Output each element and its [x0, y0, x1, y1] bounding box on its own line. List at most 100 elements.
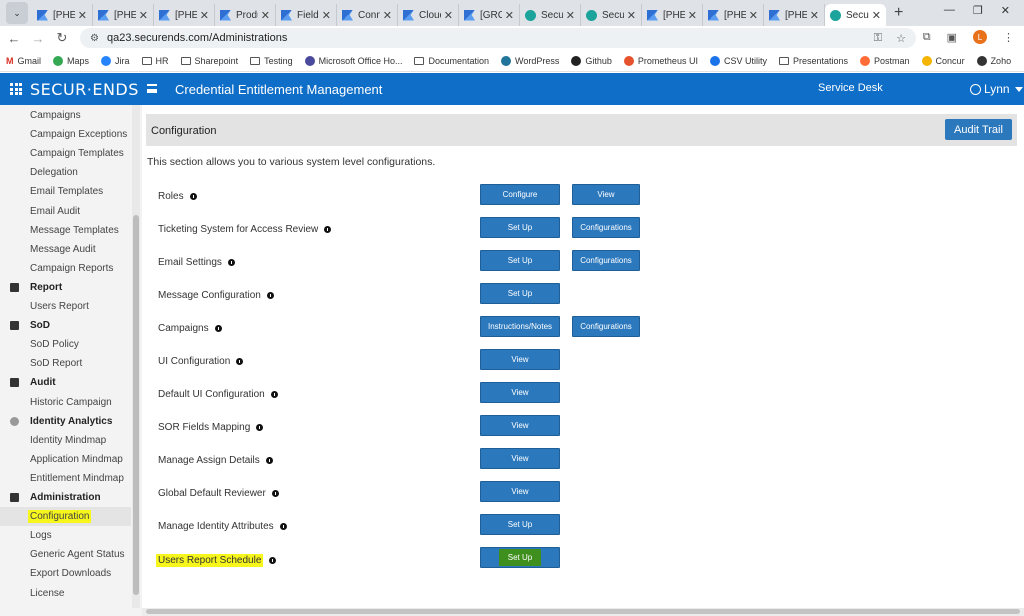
tab-close-icon[interactable]: ✕ — [139, 9, 148, 22]
sidebar-item-identity-mindmap[interactable]: Identity Mindmap — [0, 431, 131, 450]
bookmark-csv-utility[interactable]: CSV Utility — [709, 55, 767, 66]
extensions-icon[interactable]: ⧉ — [923, 31, 931, 44]
tab-close-icon[interactable]: ✕ — [383, 9, 392, 22]
tab-close-icon[interactable]: ✕ — [810, 9, 819, 22]
info-icon[interactable] — [189, 193, 197, 200]
securends-logo[interactable]: SECUR·ENDS — [30, 80, 139, 99]
browser-tab[interactable]: Secu ✕ — [825, 4, 886, 26]
bookmark-maps[interactable]: Maps — [53, 55, 89, 66]
manage-assign-details-view-button[interactable]: View — [480, 448, 560, 469]
tab-close-icon[interactable]: ✕ — [505, 9, 514, 22]
sidebar-scrollbar[interactable] — [132, 105, 140, 608]
sidebar-section-sod[interactable]: SoD — [0, 316, 131, 335]
close-window-icon[interactable]: ✕ — [1001, 4, 1010, 17]
info-icon[interactable] — [236, 358, 244, 365]
bookmark-concur[interactable]: Concur — [921, 55, 965, 66]
email-settings-configurations-button[interactable]: Configurations — [572, 250, 640, 271]
sidebar-item-configuration[interactable]: Configuration — [0, 507, 131, 527]
tab-close-icon[interactable]: ✕ — [78, 9, 87, 22]
horizontal-scrollbar[interactable] — [142, 608, 1024, 616]
global-default-reviewer-view-button[interactable]: View — [480, 481, 560, 502]
sidebar-item-export-downloads[interactable]: Export Downloads — [0, 564, 131, 583]
tab-close-icon[interactable]: ✕ — [749, 9, 758, 22]
sidebar-item-campaign-templates[interactable]: Campaign Templates — [0, 144, 131, 163]
sidebar-item-campaign-reports[interactable]: Campaign Reports — [0, 259, 131, 278]
sidebar-section-audit[interactable]: Audit — [0, 373, 131, 392]
ui-configuration-view-button[interactable]: View — [480, 349, 560, 370]
reload-icon[interactable]: ↻ — [52, 30, 72, 46]
email-settings-set-up-button[interactable]: Set Up — [480, 250, 560, 271]
info-icon[interactable] — [270, 391, 278, 398]
url-field[interactable]: ⚙ qa23.securends.com/Administrations ⚿ ☆ — [80, 28, 916, 48]
tab-close-icon[interactable]: ✕ — [566, 9, 575, 22]
hamburger-menu-icon[interactable] — [147, 84, 157, 93]
tab-close-icon[interactable]: ✕ — [872, 9, 881, 22]
bookmark-sharepoint[interactable]: Sharepoint — [180, 56, 238, 66]
sidebar-section-administration[interactable]: Administration — [0, 488, 131, 507]
info-icon[interactable] — [279, 523, 287, 530]
new-tab-plus-icon[interactable]: + — [894, 4, 903, 22]
tab-close-icon[interactable]: ✕ — [444, 9, 453, 22]
bookmark-documentation[interactable]: Documentation — [414, 56, 489, 66]
info-icon[interactable] — [227, 259, 235, 266]
roles-configure-button[interactable]: Configure — [480, 184, 560, 205]
browser-tab[interactable]: Cloud✕ — [398, 4, 459, 26]
sidebar-item-sod-policy[interactable]: SoD Policy — [0, 335, 131, 354]
side-panel-icon[interactable]: ▣ — [947, 31, 957, 44]
sidebar-item-campaign-exceptions[interactable]: Campaign Exceptions — [0, 125, 131, 144]
browser-tab[interactable]: Field ✕ — [276, 4, 337, 26]
info-icon[interactable] — [256, 424, 264, 431]
sidebar-item-license[interactable]: License — [0, 584, 131, 603]
browser-tab[interactable]: Produ✕ — [215, 4, 276, 26]
info-icon[interactable] — [214, 325, 222, 332]
browser-tab[interactable]: Secur✕ — [581, 4, 642, 26]
bookmark-presentations[interactable]: Presentations — [778, 56, 848, 66]
manage-identity-attributes-set-up-button[interactable]: Set Up — [480, 514, 560, 535]
sidebar-item-sod-report[interactable]: SoD Report — [0, 354, 131, 373]
info-icon[interactable] — [271, 490, 279, 497]
bookmark-postman[interactable]: Postman — [860, 55, 910, 66]
key-icon[interactable]: ⚿ — [874, 32, 882, 45]
sidebar-item-entitlement-mindmap[interactable]: Entitlement Mindmap — [0, 469, 131, 488]
browser-tab[interactable]: [GRC✕ — [459, 4, 520, 26]
horizontal-scroll-thumb[interactable] — [146, 609, 1020, 614]
tab-search-chevron-icon[interactable]: ⌄ — [6, 2, 28, 24]
browser-tab[interactable]: Conn ✕ — [337, 4, 398, 26]
sor-fields-mapping-view-button[interactable]: View — [480, 415, 560, 436]
sidebar-item-campaigns[interactable]: Campaigns — [0, 106, 131, 125]
audit-trail-button[interactable]: Audit Trail — [945, 119, 1012, 140]
bookmark-microsoft-office-ho[interactable]: Microsoft Office Ho... — [304, 55, 402, 66]
sidebar-item-email-templates[interactable]: Email Templates — [0, 182, 131, 201]
minimize-icon[interactable]: — — [944, 4, 955, 17]
browser-tab[interactable]: [PHE ✕ — [642, 4, 703, 26]
apps-grid-icon[interactable] — [10, 83, 22, 95]
browser-menu-icon[interactable]: ⋮ — [1003, 31, 1014, 44]
sidebar-item-application-mindmap[interactable]: Application Mindmap — [0, 450, 131, 469]
browser-tab[interactable]: [PHE ✕ — [154, 4, 215, 26]
tab-close-icon[interactable]: ✕ — [688, 9, 697, 22]
browser-tab[interactable]: [PHE ✕ — [93, 4, 154, 26]
sidebar-section-identity-analytics[interactable]: Identity Analytics — [0, 412, 131, 431]
browser-tab[interactable]: Secur✕ — [520, 4, 581, 26]
forward-arrow-icon[interactable]: → — [28, 31, 48, 46]
users-report-schedule-set-up-button[interactable]: Set Up — [480, 547, 560, 568]
sidebar-item-email-audit[interactable]: Email Audit — [0, 202, 131, 221]
restore-icon[interactable]: ❐ — [973, 4, 983, 17]
site-info-icon[interactable]: ⚙ — [90, 33, 99, 44]
bookmark-zoho[interactable]: Zoho — [976, 55, 1011, 66]
message-configuration-set-up-button[interactable]: Set Up — [480, 283, 560, 304]
back-arrow-icon[interactable]: ← — [4, 31, 24, 46]
sidebar-scroll-thumb[interactable] — [133, 215, 139, 595]
roles-view-button[interactable]: View — [572, 184, 640, 205]
bookmark-star-icon[interactable]: ☆ — [896, 32, 906, 45]
ticketing-system-for-access-review-set-up-button[interactable]: Set Up — [480, 217, 560, 238]
sidebar-item-users-report[interactable]: Users Report — [0, 297, 131, 316]
tab-close-icon[interactable]: ✕ — [322, 9, 331, 22]
sidebar-item-message-audit[interactable]: Message Audit — [0, 240, 131, 259]
profile-avatar[interactable]: L — [973, 30, 987, 44]
sidebar-item-delegation[interactable]: Delegation — [0, 163, 131, 182]
bookmark-gmail[interactable]: M Gmail — [6, 56, 41, 66]
default-ui-configuration-view-button[interactable]: View — [480, 382, 560, 403]
tab-close-icon[interactable]: ✕ — [261, 9, 270, 22]
campaigns-configurations-button[interactable]: Configurations — [572, 316, 640, 337]
